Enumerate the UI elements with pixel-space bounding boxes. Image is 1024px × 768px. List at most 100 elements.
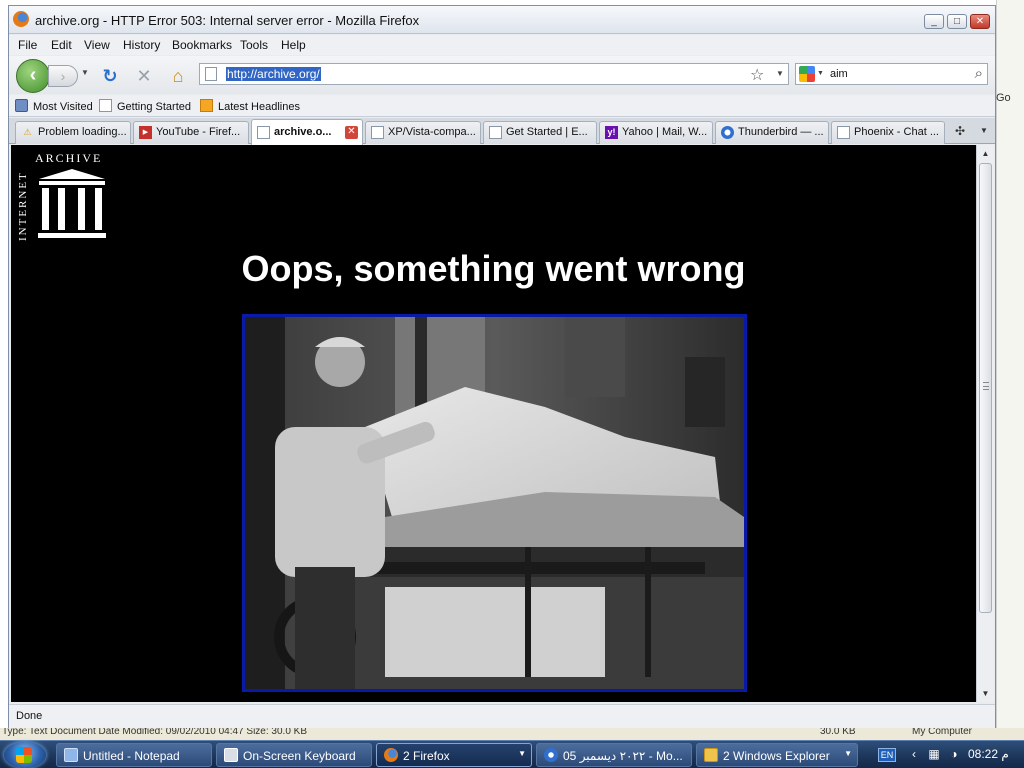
search-engine-dropdown-icon[interactable]: ▼: [817, 70, 824, 77]
tab-yahoo[interactable]: y! Yahoo | Mail, W...: [599, 121, 713, 144]
bookmark-most-visited[interactable]: Most Visited: [15, 99, 93, 113]
new-tab-icon[interactable]: ✣: [949, 124, 971, 142]
tab-problem-loading[interactable]: ⚠ Problem loading...: [15, 121, 131, 144]
page-icon: [99, 99, 112, 112]
task-on-screen-keyboard[interactable]: On-Screen Keyboard: [216, 743, 372, 767]
menu-bookmarks[interactable]: Bookmarks: [172, 38, 232, 52]
scrollbar-thumb[interactable]: [979, 163, 992, 613]
close-button[interactable]: ✕: [970, 14, 990, 29]
background-file-info: Type: Text Document Date Modified: 09/02…: [2, 728, 308, 737]
page-icon: [837, 126, 850, 139]
close-tab-icon[interactable]: ✕: [345, 126, 358, 139]
tab-xp-vista[interactable]: XP/Vista-compa...: [365, 121, 481, 144]
firefox-window: archive.org - HTTP Error 503: Internal s…: [8, 5, 996, 728]
clock[interactable]: 08:22 م: [968, 747, 1009, 761]
task-browser-arabic[interactable]: 05 ٢٠٢٢ ديسمبر - Mo...: [536, 743, 692, 767]
reload-icon[interactable]: ↻: [99, 66, 121, 88]
tab-youtube[interactable]: ▶ YouTube - Firef...: [133, 121, 249, 144]
group-dropdown-icon[interactable]: ▼: [518, 749, 526, 758]
menu-tools[interactable]: Tools: [240, 38, 268, 52]
bookmark-getting-started[interactable]: Getting Started: [99, 99, 191, 113]
scroll-down-icon[interactable]: ▼: [977, 685, 994, 702]
title-bar[interactable]: archive.org - HTTP Error 503: Internal s…: [9, 6, 995, 34]
background-window-edge: [996, 0, 1024, 740]
taskbar: Untitled - Notepad On-Screen Keyboard 2 …: [0, 740, 1024, 768]
menu-history[interactable]: History: [123, 38, 160, 52]
windows-logo-icon: [16, 747, 32, 763]
search-bar[interactable]: ▼ aim ⌕: [795, 63, 988, 85]
page-icon: [371, 126, 384, 139]
page-content: ARCHIVE INTERNET Oops, something went wr…: [11, 145, 976, 702]
error-photo: [242, 314, 747, 692]
notepad-icon: [64, 748, 78, 762]
keyboard-icon: [224, 748, 238, 762]
bookmark-star-icon[interactable]: ☆: [750, 65, 764, 85]
history-dropdown-icon[interactable]: ▼: [81, 68, 89, 77]
navigation-toolbar: ‹ › ▼ ↻ ✕ ⌂ http://archive.org/ ☆ ▼ ▼ ai…: [9, 56, 995, 94]
list-all-tabs-icon[interactable]: ▼: [973, 126, 995, 144]
folder-icon: [704, 748, 718, 762]
error-heading: Oops, something went wrong: [241, 248, 746, 289]
back-button[interactable]: ‹: [16, 59, 50, 93]
tab-get-started[interactable]: Get Started | E...: [483, 121, 597, 144]
forward-arrow-icon: ›: [60, 68, 66, 84]
tab-phoenix-chat[interactable]: Phoenix - Chat ...: [831, 121, 945, 144]
google-icon[interactable]: [799, 66, 815, 82]
menu-help[interactable]: Help: [281, 38, 306, 52]
network-icon[interactable]: ▦: [926, 746, 942, 762]
home-icon[interactable]: ⌂: [167, 66, 189, 88]
maximize-button[interactable]: □: [947, 14, 967, 29]
window-title: archive.org - HTTP Error 503: Internal s…: [35, 13, 420, 28]
task-notepad[interactable]: Untitled - Notepad: [56, 743, 212, 767]
search-input[interactable]: aim: [830, 68, 848, 80]
bookmarks-toolbar: Most Visited Getting Started Latest Head…: [9, 95, 995, 117]
url-input[interactable]: http://archive.org/: [226, 67, 321, 81]
background-go-label: Go: [996, 92, 1011, 104]
tab-archive[interactable]: archive.o... ✕: [251, 119, 363, 145]
scroll-up-icon[interactable]: ▲: [977, 145, 994, 162]
vertical-scrollbar[interactable]: ▲ ▼: [976, 145, 994, 702]
logo-internet-text: INTERNET: [17, 171, 29, 241]
minimize-button[interactable]: _: [924, 14, 944, 29]
grip-icon: [983, 382, 989, 390]
page-icon: [489, 126, 502, 139]
task-windows-explorer[interactable]: 2 Windows Explorer ▼: [696, 743, 858, 767]
browser-icon: [544, 748, 558, 762]
most-visited-icon: [15, 99, 28, 112]
thunderbird-icon: [721, 126, 734, 139]
search-icon[interactable]: ⌕: [975, 65, 983, 82]
language-indicator[interactable]: EN: [878, 748, 896, 762]
stop-icon[interactable]: ✕: [133, 66, 155, 88]
rss-feed-icon: [200, 99, 213, 112]
volume-icon[interactable]: ◑: [946, 746, 962, 762]
bookmark-latest-headlines[interactable]: Latest Headlines: [200, 99, 300, 113]
menu-view[interactable]: View: [84, 38, 110, 52]
internet-archive-logo: ARCHIVE INTERNET: [17, 151, 106, 241]
menu-bar: File Edit View History Bookmarks Tools H…: [9, 35, 995, 55]
tab-bar: ⚠ Problem loading... ▶ YouTube - Firef... …: [9, 118, 995, 145]
group-dropdown-icon[interactable]: ▼: [844, 749, 852, 758]
photo-illustration: [245, 317, 744, 689]
forward-button[interactable]: ›: [48, 65, 78, 87]
status-text: Done: [16, 710, 43, 722]
warning-icon: ⚠: [23, 127, 32, 137]
menu-edit[interactable]: Edit: [51, 38, 72, 52]
tab-thunderbird[interactable]: Thunderbird — ...: [715, 121, 829, 144]
youtube-icon: ▶: [139, 126, 152, 139]
url-dropdown-icon[interactable]: ▼: [776, 69, 784, 78]
yahoo-icon: y!: [605, 126, 618, 139]
firefox-logo-icon: [13, 11, 29, 27]
back-arrow-icon: ‹: [29, 64, 37, 86]
firefox-icon: [384, 748, 398, 762]
logo-archive-text: ARCHIVE: [35, 151, 102, 165]
url-bar[interactable]: http://archive.org/ ☆ ▼: [199, 63, 789, 85]
status-bar: Done: [9, 704, 995, 728]
start-button[interactable]: [4, 742, 46, 768]
task-firefox[interactable]: 2 Firefox ▼: [376, 743, 532, 767]
background-file-size: 30.0 KB: [820, 728, 856, 737]
background-status-strip: Type: Text Document Date Modified: 09/02…: [0, 728, 1024, 740]
page-icon: [257, 126, 270, 139]
background-my-computer: My Computer: [912, 728, 973, 737]
tray-expand-icon[interactable]: ‹: [906, 746, 922, 762]
menu-file[interactable]: File: [18, 38, 37, 52]
